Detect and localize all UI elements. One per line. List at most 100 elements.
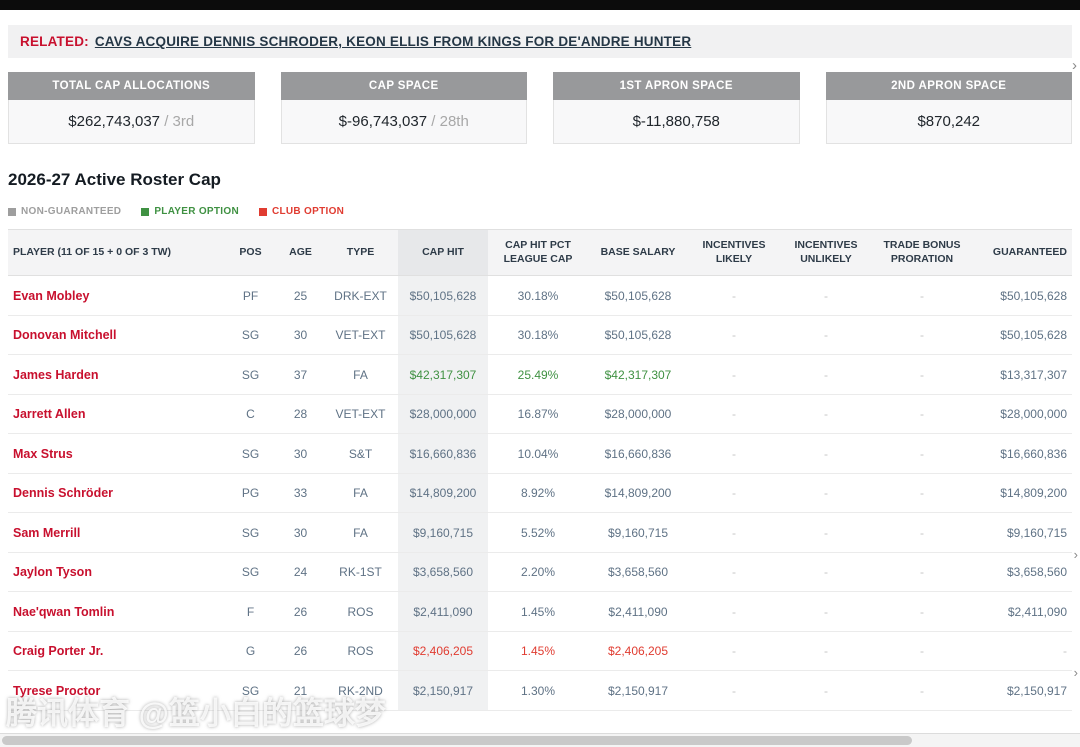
cell-guaranteed: $13,317,307 [972, 355, 1072, 395]
table-scroll-right-icon[interactable]: › [1074, 548, 1078, 561]
cell-trade_bonus: - [872, 434, 972, 474]
player-link[interactable]: Evan Mobley [8, 276, 223, 316]
card-value: $-96,743,037 [339, 113, 427, 130]
cell-inc_likely: - [688, 434, 780, 474]
column-header-inc_unlikely[interactable]: INCENTIVES UNLIKELY [780, 230, 872, 276]
table-body: Evan MobleyPF25DRK-EXT$50,105,62830.18%$… [8, 276, 1072, 711]
column-header-trade_bonus[interactable]: TRADE BONUS PRORATION [872, 230, 972, 276]
cell-pos: C [223, 394, 278, 434]
player-link[interactable]: Donovan Mitchell [8, 315, 223, 355]
card-value: $262,743,037 [68, 113, 160, 130]
table-row: Nae'qwan TomlinF26ROS$2,411,0901.45%$2,4… [8, 592, 1072, 632]
cell-base_salary: $9,160,715 [588, 513, 688, 553]
related-news-link[interactable]: CAVS ACQUIRE DENNIS SCHRODER, KEON ELLIS… [95, 34, 691, 49]
cell-type: DRK-EXT [323, 276, 398, 316]
cell-base_salary: $3,658,560 [588, 552, 688, 592]
column-header-base_salary[interactable]: BASE SALARY [588, 230, 688, 276]
cell-guaranteed: $2,411,090 [972, 592, 1072, 632]
player-link[interactable]: Jarrett Allen [8, 394, 223, 434]
cell-type: ROS [323, 631, 398, 671]
column-header-name[interactable]: PLAYER (11 OF 15 + 0 OF 3 TW) [8, 230, 223, 276]
card-rank: 3rd [173, 113, 195, 130]
column-header-cap_hit[interactable]: CAP HIT [398, 230, 488, 276]
cell-cap_hit_pct: 8.92% [488, 473, 588, 513]
cell-cap_hit_pct: 1.45% [488, 592, 588, 632]
cell-inc_likely: - [688, 473, 780, 513]
cell-inc_likely: - [688, 592, 780, 632]
table-row: Sam MerrillSG30FA$9,160,7155.52%$9,160,7… [8, 513, 1072, 553]
card-title: CAP SPACE [281, 72, 528, 100]
card-value: $870,242 [917, 113, 980, 130]
club-option-swatch-icon [259, 208, 267, 216]
column-header-pos[interactable]: POS [223, 230, 278, 276]
cell-pos: SG [223, 552, 278, 592]
related-label: RELATED: [20, 34, 89, 49]
cell-age: 30 [278, 513, 323, 553]
cell-pos: SG [223, 434, 278, 474]
cell-pos: PF [223, 276, 278, 316]
cell-inc_likely: - [688, 631, 780, 671]
cell-age: 26 [278, 592, 323, 632]
cell-inc_unlikely: - [780, 276, 872, 316]
cell-age: 33 [278, 473, 323, 513]
horizontal-scrollbar-thumb[interactable] [2, 736, 912, 745]
contract-legend: NON-GUARANTEED PLAYER OPTION CLUB OPTION [8, 206, 1072, 217]
column-header-inc_likely[interactable]: INCENTIVES LIKELY [688, 230, 780, 276]
player-link[interactable]: Sam Merrill [8, 513, 223, 553]
legend-non-guaranteed: NON-GUARANTEED [8, 206, 121, 217]
player-link[interactable]: Max Strus [8, 434, 223, 474]
card-first-apron-space: 1ST APRON SPACE $-11,880,758 [553, 72, 800, 144]
column-header-guaranteed[interactable]: GUARANTEED [972, 230, 1072, 276]
cell-cap_hit_pct: 1.45% [488, 631, 588, 671]
cell-guaranteed: $50,105,628 [972, 315, 1072, 355]
table-scroll-right-icon[interactable]: › [1074, 666, 1078, 679]
cell-trade_bonus: - [872, 592, 972, 632]
horizontal-scrollbar[interactable] [0, 733, 1080, 747]
cell-trade_bonus: - [872, 671, 972, 711]
cell-cap_hit: $16,660,836 [398, 434, 488, 474]
player-link[interactable]: James Harden [8, 355, 223, 395]
cell-cap_hit: $2,150,917 [398, 671, 488, 711]
cell-inc_unlikely: - [780, 513, 872, 553]
legend-player-option: PLAYER OPTION [141, 206, 239, 217]
player-link[interactable]: Nae'qwan Tomlin [8, 592, 223, 632]
cell-inc_likely: - [688, 276, 780, 316]
column-header-age[interactable]: AGE [278, 230, 323, 276]
cell-guaranteed: $3,658,560 [972, 552, 1072, 592]
player-link[interactable]: Jaylon Tyson [8, 552, 223, 592]
cell-type: FA [323, 473, 398, 513]
cell-trade_bonus: - [872, 513, 972, 553]
card-title: 2ND APRON SPACE [826, 72, 1073, 100]
column-header-type[interactable]: TYPE [323, 230, 398, 276]
player-link[interactable]: Dennis Schröder [8, 473, 223, 513]
cell-cap_hit: $3,658,560 [398, 552, 488, 592]
cell-cap_hit: $2,411,090 [398, 592, 488, 632]
player-link[interactable]: Craig Porter Jr. [8, 631, 223, 671]
cell-age: 25 [278, 276, 323, 316]
cell-cap_hit_pct: 5.52% [488, 513, 588, 553]
card-total-cap-allocations: TOTAL CAP ALLOCATIONS $262,743,037 / 3rd [8, 72, 255, 144]
cell-type: VET-EXT [323, 315, 398, 355]
cell-cap_hit: $14,809,200 [398, 473, 488, 513]
player-link[interactable]: Tyrese Proctor [8, 671, 223, 711]
cell-pos: F [223, 592, 278, 632]
table-row: Evan MobleyPF25DRK-EXT$50,105,62830.18%$… [8, 276, 1072, 316]
cell-pos: PG [223, 473, 278, 513]
cell-pos: G [223, 631, 278, 671]
cell-cap_hit_pct: 30.18% [488, 276, 588, 316]
cell-trade_bonus: - [872, 394, 972, 434]
cell-base_salary: $50,105,628 [588, 276, 688, 316]
cell-cap_hit_pct: 1.30% [488, 671, 588, 711]
cell-cap_hit_pct: 2.20% [488, 552, 588, 592]
cell-base_salary: $16,660,836 [588, 434, 688, 474]
column-header-cap_hit_pct[interactable]: CAP HIT PCT LEAGUE CAP [488, 230, 588, 276]
card-cap-space: CAP SPACE $-96,743,037 / 28th [281, 72, 528, 144]
top-nav-bar-edge [0, 0, 1080, 10]
cell-cap_hit: $9,160,715 [398, 513, 488, 553]
cell-inc_likely: - [688, 394, 780, 434]
carousel-next-icon[interactable]: › [1072, 58, 1077, 73]
cell-type: RK-1ST [323, 552, 398, 592]
related-news-bar: RELATED: CAVS ACQUIRE DENNIS SCHRODER, KE… [8, 25, 1072, 58]
cell-trade_bonus: - [872, 355, 972, 395]
cell-inc_likely: - [688, 552, 780, 592]
